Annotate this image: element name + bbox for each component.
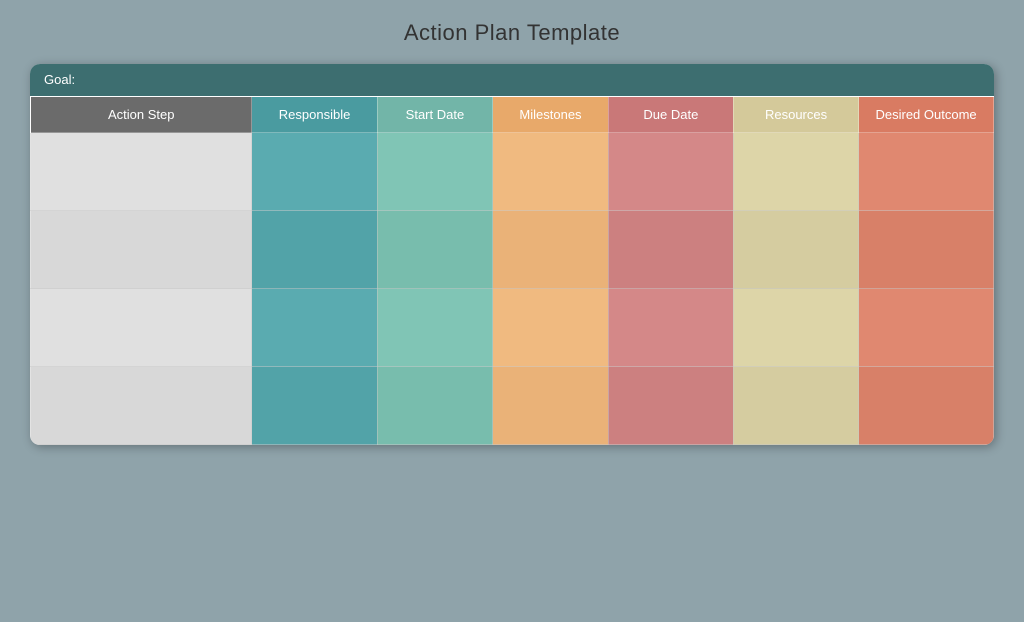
cell-due-date[interactable] bbox=[608, 133, 733, 211]
table-row bbox=[31, 367, 994, 445]
action-plan-table: Action Step Responsible Start Date Miles… bbox=[30, 96, 994, 445]
col-header-milestones: Milestones bbox=[493, 97, 609, 133]
cell-action-step[interactable] bbox=[31, 367, 252, 445]
cell-resources[interactable] bbox=[733, 367, 858, 445]
col-header-due-date: Due Date bbox=[608, 97, 733, 133]
cell-due-date[interactable] bbox=[608, 211, 733, 289]
table-container: Goal: Action Step Responsible Start Date… bbox=[30, 64, 994, 445]
cell-start-date[interactable] bbox=[377, 367, 493, 445]
cell-action-step[interactable] bbox=[31, 289, 252, 367]
cell-start-date[interactable] bbox=[377, 133, 493, 211]
col-header-responsible: Responsible bbox=[252, 97, 377, 133]
cell-resources[interactable] bbox=[733, 211, 858, 289]
col-header-action-step: Action Step bbox=[31, 97, 252, 133]
table-row bbox=[31, 211, 994, 289]
goal-label: Goal: bbox=[44, 72, 75, 87]
cell-resources[interactable] bbox=[733, 133, 858, 211]
cell-responsible[interactable] bbox=[252, 289, 377, 367]
cell-responsible[interactable] bbox=[252, 367, 377, 445]
cell-action-step[interactable] bbox=[31, 211, 252, 289]
cell-resources[interactable] bbox=[733, 289, 858, 367]
page-wrapper: Action Plan Template Goal: Action Step R… bbox=[0, 0, 1024, 622]
cell-due-date[interactable] bbox=[608, 289, 733, 367]
cell-milestones[interactable] bbox=[493, 289, 609, 367]
cell-milestones[interactable] bbox=[493, 211, 609, 289]
table-row bbox=[31, 289, 994, 367]
cell-desired-outcome[interactable] bbox=[859, 133, 994, 211]
cell-action-step[interactable] bbox=[31, 133, 252, 211]
cell-desired-outcome[interactable] bbox=[859, 289, 994, 367]
cell-responsible[interactable] bbox=[252, 133, 377, 211]
header-row: Action Step Responsible Start Date Miles… bbox=[31, 97, 994, 133]
col-header-desired-outcome: Desired Outcome bbox=[859, 97, 994, 133]
table-row bbox=[31, 133, 994, 211]
cell-desired-outcome[interactable] bbox=[859, 211, 994, 289]
col-header-start-date: Start Date bbox=[377, 97, 493, 133]
cell-milestones[interactable] bbox=[493, 367, 609, 445]
cell-due-date[interactable] bbox=[608, 367, 733, 445]
cell-milestones[interactable] bbox=[493, 133, 609, 211]
cell-start-date[interactable] bbox=[377, 211, 493, 289]
cell-responsible[interactable] bbox=[252, 211, 377, 289]
cell-start-date[interactable] bbox=[377, 289, 493, 367]
goal-row: Goal: bbox=[30, 64, 994, 96]
cell-desired-outcome[interactable] bbox=[859, 367, 994, 445]
col-header-resources: Resources bbox=[733, 97, 858, 133]
page-title: Action Plan Template bbox=[404, 20, 620, 46]
